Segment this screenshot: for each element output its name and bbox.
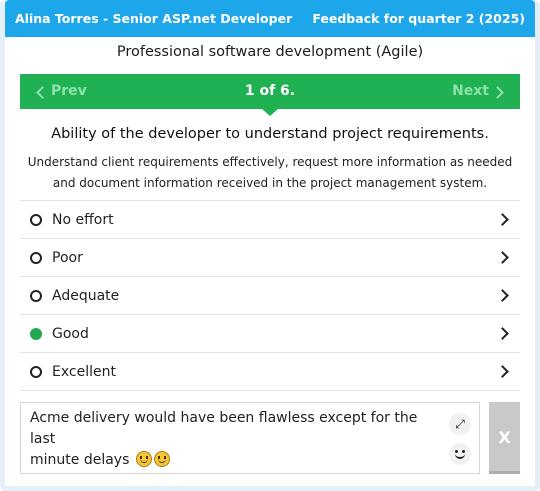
option-label: Adequate	[52, 287, 120, 304]
option-label: Good	[52, 325, 89, 342]
next-button[interactable]: Next	[452, 74, 504, 109]
option-no-effort[interactable]: No effort	[20, 201, 520, 239]
next-label: Next	[452, 83, 489, 99]
expand-icon[interactable]: ⤢	[449, 413, 471, 435]
option-adequate[interactable]: Adequate	[20, 277, 520, 315]
smiley-emoji-icon	[153, 451, 170, 467]
question-title: Ability of the developer to understand p…	[51, 126, 489, 142]
option-label: Excellent	[52, 363, 116, 380]
employee-title: Alina Torres - Senior ASP.net Developer	[15, 11, 293, 26]
rating-options: No effort Poor Adequate Good Excellent	[20, 200, 520, 391]
emoji-picker-icon[interactable]	[449, 443, 471, 465]
chevron-right-icon	[491, 85, 504, 99]
option-label: No effort	[52, 211, 114, 228]
chevron-right-icon	[496, 327, 509, 340]
smiley-emoji-icon	[135, 451, 152, 467]
chevron-right-icon	[496, 365, 509, 378]
question-counter: 1 of 6.	[244, 83, 296, 99]
radio-button[interactable]	[30, 289, 42, 302]
chevron-right-icon	[496, 251, 509, 264]
radio-button-selected[interactable]	[30, 327, 42, 340]
header-bar: Alina Torres - Senior ASP.net Developer …	[5, 0, 535, 37]
description-line: Understand client requirements effective…	[27, 155, 513, 169]
question-description: Understand client requirements effective…	[22, 152, 518, 194]
comment-text-line: Acme delivery would have been flawless e…	[30, 410, 418, 447]
chevron-right-icon	[496, 213, 509, 226]
eye	[455, 450, 458, 453]
nav-pointer	[262, 109, 278, 116]
comment-text: minute delays	[30, 452, 130, 468]
comment-textarea[interactable]: Acme delivery would have been flawless e…	[20, 402, 480, 474]
comment-text-line-2: minute delays	[30, 450, 439, 471]
mouth	[455, 454, 465, 459]
option-poor[interactable]: Poor	[20, 239, 520, 277]
eye	[462, 450, 465, 453]
radio-button[interactable]	[30, 365, 42, 378]
clear-comment-button[interactable]: X	[489, 402, 520, 474]
option-good[interactable]: Good	[20, 315, 520, 353]
option-label: Poor	[52, 249, 83, 266]
feedback-period: Feedback for quarter 2 (2025)	[312, 11, 525, 26]
radio-button[interactable]	[30, 213, 42, 226]
option-excellent[interactable]: Excellent	[20, 353, 520, 391]
radio-button[interactable]	[30, 251, 42, 264]
section-title: Professional software development (Agile…	[116, 44, 424, 60]
chevron-right-icon	[496, 289, 509, 302]
description-line: and document information received in the…	[52, 176, 488, 190]
question-navigation: Prev 1 of 6. Next	[20, 74, 520, 116]
